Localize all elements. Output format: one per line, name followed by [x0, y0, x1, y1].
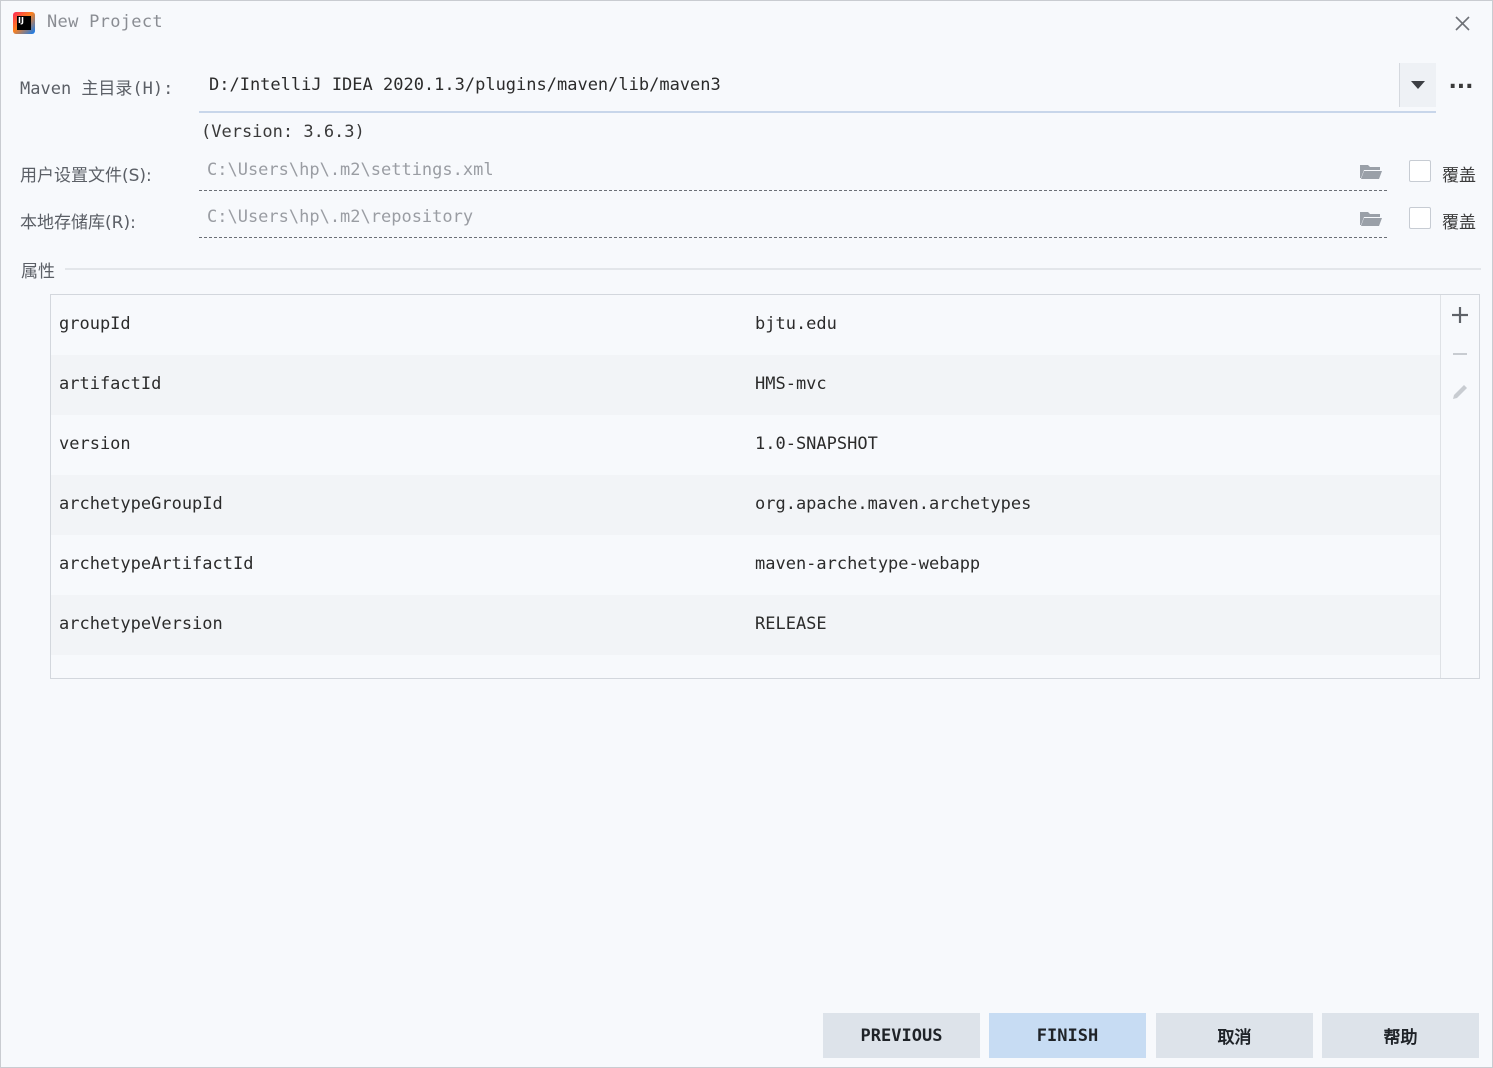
maven-home-value[interactable]: D:/IntelliJ IDEA 2020.1.3/plugins/maven/…: [209, 75, 721, 95]
table-row[interactable]: artifactId HMS-mvc: [51, 355, 1442, 415]
user-settings-field[interactable]: C:\Users\hp\.m2\settings.xml: [199, 154, 1387, 191]
user-settings-value: C:\Users\hp\.m2\settings.xml: [207, 160, 494, 180]
property-key: artifactId: [59, 374, 162, 394]
properties-table: groupId bjtu.edu artifactId HMS-mvc vers…: [50, 294, 1480, 679]
edit-pencil-icon[interactable]: [1449, 381, 1471, 403]
help-button[interactable]: 帮助: [1322, 1013, 1479, 1058]
property-value[interactable]: HMS-mvc: [755, 374, 827, 394]
chevron-down-icon[interactable]: [1399, 63, 1436, 107]
property-value[interactable]: 1.0-SNAPSHOT: [755, 434, 878, 454]
maven-version-text: (Version: 3.6.3): [201, 122, 365, 142]
user-settings-override-checkbox[interactable]: [1409, 160, 1431, 182]
maven-home-label: Maven 主目录(H):: [20, 79, 174, 99]
finish-button[interactable]: FINISH: [989, 1013, 1146, 1058]
property-value[interactable]: maven-archetype-webapp: [755, 554, 980, 574]
local-repo-value: C:\Users\hp\.m2\repository: [207, 207, 474, 227]
property-key: archetypeArtifactId: [59, 554, 254, 574]
property-value[interactable]: RELEASE: [755, 614, 827, 634]
title-bar: IJ New Project: [1, 1, 1492, 45]
browse-more-button[interactable]: ...: [1445, 71, 1477, 99]
table-toolbar: [1440, 295, 1479, 678]
previous-button[interactable]: PREVIOUS: [823, 1013, 980, 1058]
intellij-logo-icon: IJ: [13, 12, 35, 34]
app-icon-text: IJ: [17, 16, 31, 30]
property-key: archetypeVersion: [59, 614, 223, 634]
local-repo-override-checkbox[interactable]: [1409, 207, 1431, 229]
window-title: New Project: [47, 12, 163, 32]
table-row[interactable]: archetypeVersion RELEASE: [51, 595, 1442, 655]
folder-icon[interactable]: [1359, 209, 1383, 227]
table-row[interactable]: archetypeArtifactId maven-archetype-weba…: [51, 535, 1442, 595]
local-repo-field[interactable]: C:\Users\hp\.m2\repository: [199, 201, 1387, 238]
property-key: groupId: [59, 314, 131, 334]
table-row[interactable]: version 1.0-SNAPSHOT: [51, 415, 1442, 475]
folder-icon[interactable]: [1359, 162, 1383, 180]
maven-home-combobox[interactable]: D:/IntelliJ IDEA 2020.1.3/plugins/maven/…: [199, 63, 1436, 113]
property-key: version: [59, 434, 131, 454]
close-icon[interactable]: [1449, 10, 1475, 36]
local-repo-override-label: 覆盖: [1442, 213, 1476, 233]
section-divider: [65, 268, 1481, 270]
new-project-dialog: IJ New Project Maven 主目录(H): D:/IntelliJ…: [0, 0, 1493, 1068]
table-row[interactable]: groupId bjtu.edu: [51, 295, 1442, 355]
user-settings-label: 用户设置文件(S):: [20, 166, 152, 186]
cancel-button[interactable]: 取消: [1156, 1013, 1313, 1058]
property-value[interactable]: org.apache.maven.archetypes: [755, 494, 1031, 514]
remove-icon[interactable]: [1449, 343, 1471, 365]
table-row[interactable]: archetypeGroupId org.apache.maven.archet…: [51, 475, 1442, 535]
properties-section-label: 属性: [21, 262, 55, 282]
local-repo-label: 本地存储库(R):: [20, 213, 136, 233]
property-value[interactable]: bjtu.edu: [755, 314, 837, 334]
property-key: archetypeGroupId: [59, 494, 223, 514]
add-icon[interactable]: [1449, 304, 1471, 326]
properties-rows: groupId bjtu.edu artifactId HMS-mvc vers…: [51, 295, 1442, 655]
user-settings-override-label: 覆盖: [1442, 166, 1476, 186]
